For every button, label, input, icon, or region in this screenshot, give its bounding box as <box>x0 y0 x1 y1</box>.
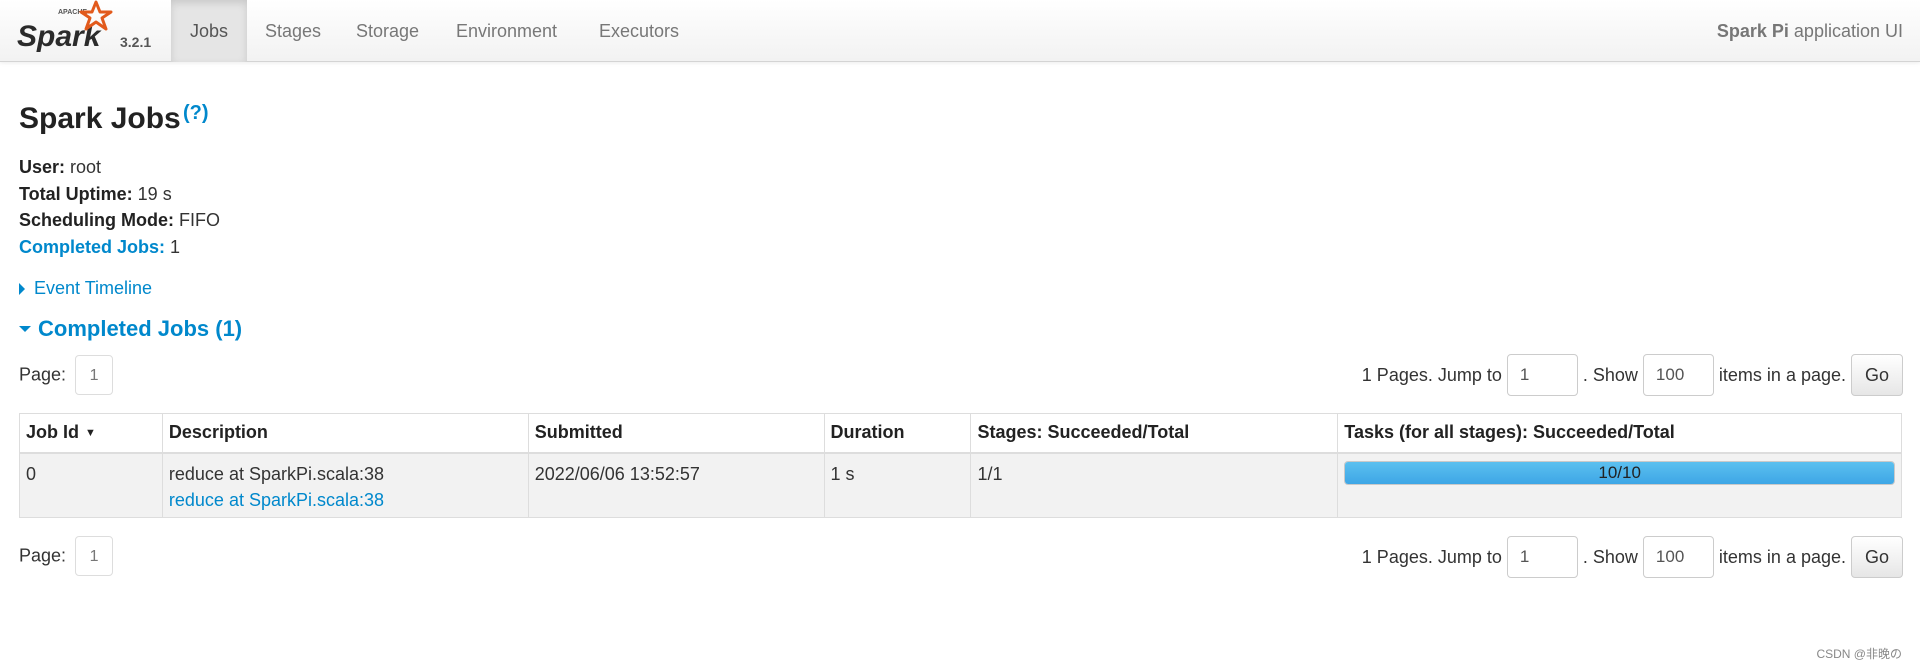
table-row: 0 reduce at SparkPi.scala:38 reduce at S… <box>19 452 1902 518</box>
help-link[interactable]: (?) <box>183 102 209 125</box>
header-submitted[interactable]: Submitted <box>527 413 825 454</box>
pagination-top-pages: Page: 1 <box>19 355 114 395</box>
tab-environment[interactable]: Environment <box>437 0 576 62</box>
spark-logo[interactable]: APACHE Spark 3.2.1 <box>16 0 166 62</box>
cell-tasks: 10/10 <box>1337 452 1902 518</box>
summary-completed-value: 1 <box>165 236 181 257</box>
page-size-input[interactable] <box>1642 536 1714 578</box>
completed-jobs-table: Job Id ▼ Description Submitted Duration S… <box>19 413 1902 518</box>
jump-to-page-input[interactable] <box>1506 536 1578 578</box>
summary-uptime-label: Total Uptime: <box>19 183 133 204</box>
cell-duration: 1 s <box>823 452 972 518</box>
header-job-id-label: Job Id <box>26 422 79 442</box>
jump-to-page-input[interactable] <box>1506 354 1578 396</box>
summary-mode-value: FIFO <box>174 210 220 230</box>
items-text: items in a page. <box>1718 546 1846 567</box>
summary-uptime-value: 19 s <box>132 183 172 204</box>
show-text: . Show <box>1582 546 1638 567</box>
tab-jobs[interactable]: Jobs <box>171 0 248 62</box>
page-title: Spark Jobs <box>19 102 181 135</box>
page-size-input[interactable] <box>1642 354 1714 396</box>
sort-desc-icon: ▼ <box>85 427 96 439</box>
pagination-bottom-controls: 1 Pages. Jump to . Show items in a page.… <box>1362 536 1903 578</box>
header-job-id[interactable]: Job Id ▼ <box>19 413 163 454</box>
header-stages[interactable]: Stages: Succeeded/Total <box>970 413 1339 454</box>
summary-uptime: Total Uptime: 19 s <box>19 181 220 208</box>
page-label: Page: <box>19 364 67 385</box>
job-description-text: reduce at SparkPi.scala:38 <box>168 464 385 484</box>
summary-mode-label: Scheduling Mode: <box>19 210 174 230</box>
cell-job-id: 0 <box>19 452 163 518</box>
app-name-rest: application UI <box>1788 21 1903 41</box>
tab-storage[interactable]: Storage <box>337 0 438 62</box>
tab-executors[interactable]: Executors <box>580 0 698 62</box>
table-header-row: Job Id ▼ Description Submitted Duration S… <box>19 413 1902 454</box>
tasks-progress-bar: 10/10 <box>1344 461 1895 485</box>
cell-stages: 1/1 <box>970 452 1339 518</box>
pages-text: 1 Pages. Jump to <box>1361 364 1502 385</box>
header-duration[interactable]: Duration <box>823 413 972 454</box>
summary-user-value: root <box>65 157 102 177</box>
job-summary: User: root Total Uptime: 19 s Scheduling… <box>19 154 220 260</box>
pages-text: 1 Pages. Jump to <box>1361 546 1502 567</box>
pagination-top-controls: 1 Pages. Jump to . Show items in a page.… <box>1362 354 1903 396</box>
header-description[interactable]: Description <box>161 413 529 454</box>
event-timeline-label: Event Timeline <box>34 278 153 298</box>
summary-completed[interactable]: Completed Jobs: 1 <box>19 234 220 261</box>
completed-jobs-toggle[interactable]: Completed Jobs (1) <box>19 316 242 342</box>
page-number-button[interactable]: 1 <box>75 355 114 395</box>
header-tasks[interactable]: Tasks (for all stages): Succeeded/Total <box>1337 413 1902 454</box>
page-number-button[interactable]: 1 <box>75 536 114 576</box>
event-timeline-toggle[interactable]: Event Timeline <box>19 278 152 299</box>
page-label: Page: <box>19 545 67 566</box>
summary-mode: Scheduling Mode: FIFO <box>19 207 220 234</box>
caret-right-icon <box>19 283 25 295</box>
job-description-link[interactable]: reduce at SparkPi.scala:38 <box>169 487 522 513</box>
summary-completed-label[interactable]: Completed Jobs: <box>19 237 165 257</box>
app-name-bold: Spark Pi <box>1716 21 1789 41</box>
items-text: items in a page. <box>1718 364 1846 385</box>
tab-stages[interactable]: Stages <box>246 0 340 62</box>
tasks-progress-label: 10/10 <box>1598 463 1641 482</box>
spark-logo-icon: APACHE Spark <box>17 0 113 53</box>
app-name: Spark Pi application UI <box>1717 0 1903 62</box>
completed-jobs-label: Completed Jobs (1) <box>38 316 243 341</box>
caret-down-icon <box>19 326 31 332</box>
go-button[interactable]: Go <box>1851 354 1903 396</box>
top-navbar: APACHE Spark 3.2.1 Jobs Stages Storage E… <box>0 0 1920 62</box>
go-button[interactable]: Go <box>1851 536 1903 578</box>
watermark-text: CSDN @非晚の <box>1816 647 1902 661</box>
cell-description: reduce at SparkPi.scala:38 reduce at Spa… <box>161 452 529 518</box>
spark-version: 3.2.1 <box>120 34 152 50</box>
summary-user-label: User: <box>19 157 66 177</box>
pagination-bottom-pages: Page: 1 <box>19 536 114 576</box>
summary-user: User: root <box>19 154 220 181</box>
show-text: . Show <box>1582 364 1638 385</box>
cell-submitted: 2022/06/06 13:52:57 <box>527 452 825 518</box>
